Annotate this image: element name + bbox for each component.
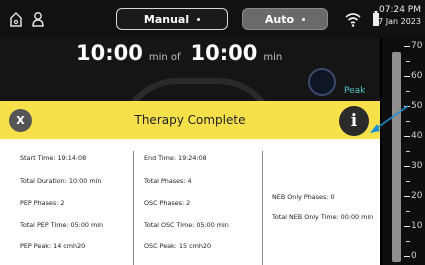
total-phases: Total Phases: 4 — [144, 177, 192, 185]
total-time: 10:00 — [190, 41, 258, 65]
scale-minor-tick — [406, 91, 410, 92]
start-time: Start Time: 19:14:08 — [20, 154, 87, 162]
column-divider — [262, 151, 263, 265]
scale-major-tick — [404, 76, 410, 77]
dialog-title: Therapy Complete — [134, 113, 246, 127]
elapsed-time: 10:00 — [76, 41, 143, 65]
scale-minor-tick — [406, 241, 410, 242]
wifi-icon — [345, 13, 361, 27]
close-button[interactable]: X — [9, 109, 32, 132]
pep-phases: PEP Phases: 2 — [20, 199, 65, 207]
scale-label: 10 — [411, 221, 423, 231]
scale-label: 30 — [411, 161, 423, 171]
pointer-arrow-icon — [370, 105, 409, 133]
clock: 07:24 PM 27 Jan 2023 — [373, 5, 421, 27]
scale-minor-tick — [406, 181, 410, 182]
scale-label: 60 — [411, 71, 423, 81]
scale-label: 0 — [411, 251, 417, 261]
clock-date: 27 Jan 2023 — [373, 17, 421, 26]
total-neb-only-time: Total NEB Only Time: 00:00 min — [272, 213, 374, 221]
status-bar: Manual Auto 07:24 PM 27 Jan 2023 — [0, 0, 425, 38]
column-divider — [133, 151, 134, 265]
dropdown-dot-icon — [197, 17, 201, 21]
home-icon[interactable] — [8, 10, 24, 28]
scale-label: 20 — [411, 191, 423, 201]
pep-peak: PEP Peak: 14 cmh20 — [20, 242, 86, 250]
auto-mode-button[interactable]: Auto — [242, 8, 328, 30]
pressure-bar — [392, 52, 401, 262]
scale-label: 70 — [411, 41, 423, 51]
clock-time: 07:24 PM — [379, 5, 421, 15]
end-time: End Time: 19:24:08 — [144, 154, 207, 162]
scale-major-tick — [404, 226, 410, 227]
scale-major-tick — [404, 46, 410, 47]
scale-major-tick — [404, 196, 410, 197]
total-pep-time: Total PEP Time: 05:00 min — [20, 221, 104, 229]
manual-mode-label: Manual — [143, 12, 190, 26]
scale-minor-tick — [406, 211, 410, 212]
scale-minor-tick — [406, 61, 410, 62]
manual-mode-button[interactable]: Manual — [116, 8, 228, 30]
peak-label: Peak — [344, 86, 366, 96]
osc-phases: OSC Phases: 2 — [144, 199, 191, 207]
of-label: min of — [148, 52, 181, 63]
unit-label: min — [263, 52, 283, 63]
osc-peak: OSC Peak: 15 cmh20 — [144, 242, 212, 250]
total-duration: Total Duration: 10:00 min — [20, 177, 102, 185]
dropdown-dot-icon — [302, 17, 306, 21]
total-osc-time: Total OSC Time: 05:00 min — [144, 221, 229, 229]
mini-gauge-icon — [308, 68, 336, 96]
scale-major-tick — [404, 256, 410, 257]
neb-only-phases: NEB Only Phases: 0 — [272, 193, 335, 201]
auto-mode-label: Auto — [264, 12, 295, 26]
scale-major-tick — [404, 166, 410, 167]
user-icon[interactable] — [30, 10, 46, 28]
timer-readout: 10:00 min of 10:00 min — [76, 41, 282, 65]
